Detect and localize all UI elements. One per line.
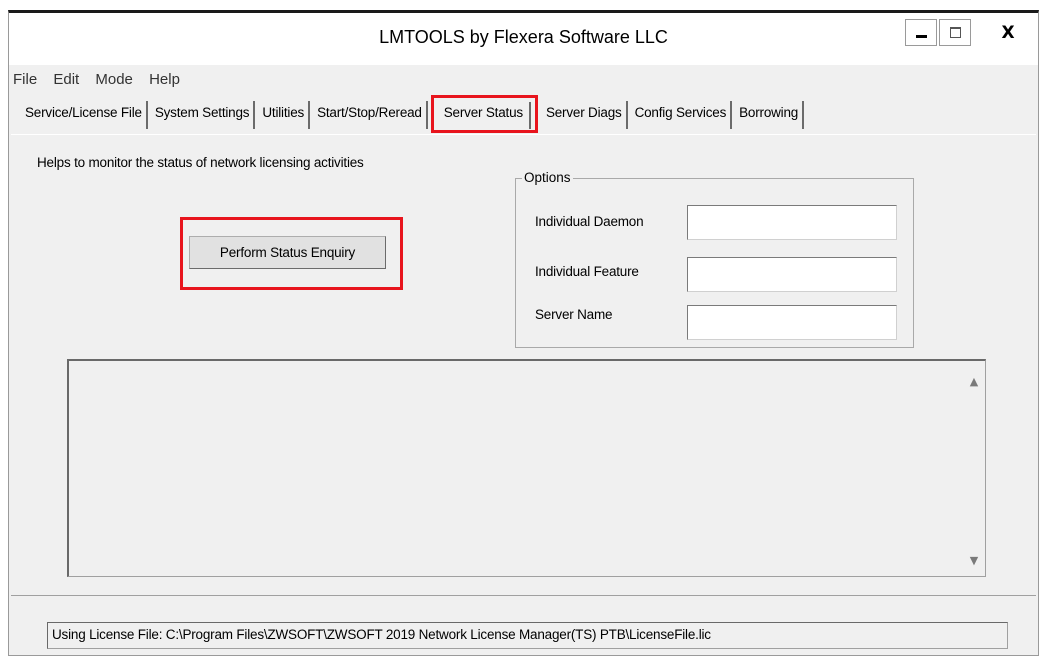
tab-system-settings[interactable]: System Settings bbox=[151, 101, 256, 129]
perform-status-enquiry-button[interactable]: Perform Status Enquiry bbox=[189, 236, 386, 269]
server-name-label: Server Name bbox=[535, 307, 613, 322]
menu-file[interactable]: File bbox=[13, 71, 37, 88]
license-file-statusbar: Using License File: C:\Program Files\ZWS… bbox=[47, 622, 1008, 649]
scroll-down-icon[interactable]: ▼ bbox=[965, 550, 983, 570]
tab-server-diags[interactable]: Server Diags bbox=[542, 101, 628, 129]
close-icon: X bbox=[1001, 22, 1015, 43]
maximize-button[interactable] bbox=[939, 19, 971, 46]
tab-bar: Service/License File System Settings Uti… bbox=[21, 95, 807, 133]
individual-daemon-label: Individual Daemon bbox=[535, 214, 644, 229]
window-title: LMTOOLS by Flexera Software LLC bbox=[379, 27, 668, 47]
menu-edit[interactable]: Edit bbox=[53, 71, 79, 88]
status-output-area[interactable]: ▲ ▼ bbox=[67, 359, 986, 577]
individual-feature-input[interactable] bbox=[687, 257, 897, 292]
tab-borrowing[interactable]: Borrowing bbox=[735, 101, 805, 129]
server-name-input[interactable] bbox=[687, 305, 897, 340]
maximize-icon bbox=[949, 27, 961, 38]
options-legend: Options bbox=[522, 170, 573, 185]
tab-start-stop-reread[interactable]: Start/Stop/Reread bbox=[313, 101, 428, 129]
menu-help[interactable]: Help bbox=[149, 71, 180, 88]
tab-service-license-file[interactable]: Service/License File bbox=[21, 101, 148, 129]
output-scrollbar[interactable]: ▲ ▼ bbox=[963, 361, 985, 576]
individual-daemon-input[interactable] bbox=[687, 205, 897, 240]
panel-description: Helps to monitor the status of network l… bbox=[37, 155, 364, 170]
tab-server-status[interactable]: Server Status bbox=[437, 102, 531, 129]
minimize-button[interactable] bbox=[905, 19, 937, 46]
minimize-icon bbox=[915, 35, 927, 38]
lmtools-window: LMTOOLS by Flexera Software LLC X File E… bbox=[8, 10, 1039, 656]
scroll-up-icon[interactable]: ▲ bbox=[965, 371, 983, 391]
close-button[interactable]: X bbox=[985, 19, 1031, 46]
options-group: Options Individual Daemon Individual Fea… bbox=[515, 170, 914, 348]
tab-config-services[interactable]: Config Services bbox=[631, 101, 733, 129]
title-bar[interactable]: LMTOOLS by Flexera Software LLC X bbox=[9, 13, 1038, 65]
tab-utilities[interactable]: Utilities bbox=[258, 101, 311, 129]
menu-mode[interactable]: Mode bbox=[95, 71, 133, 88]
tab-server-status-highlight: Server Status bbox=[430, 95, 538, 133]
individual-feature-label: Individual Feature bbox=[535, 264, 639, 279]
status-button-highlight: Perform Status Enquiry bbox=[180, 217, 403, 290]
menu-bar: File Edit Mode Help bbox=[13, 71, 192, 88]
